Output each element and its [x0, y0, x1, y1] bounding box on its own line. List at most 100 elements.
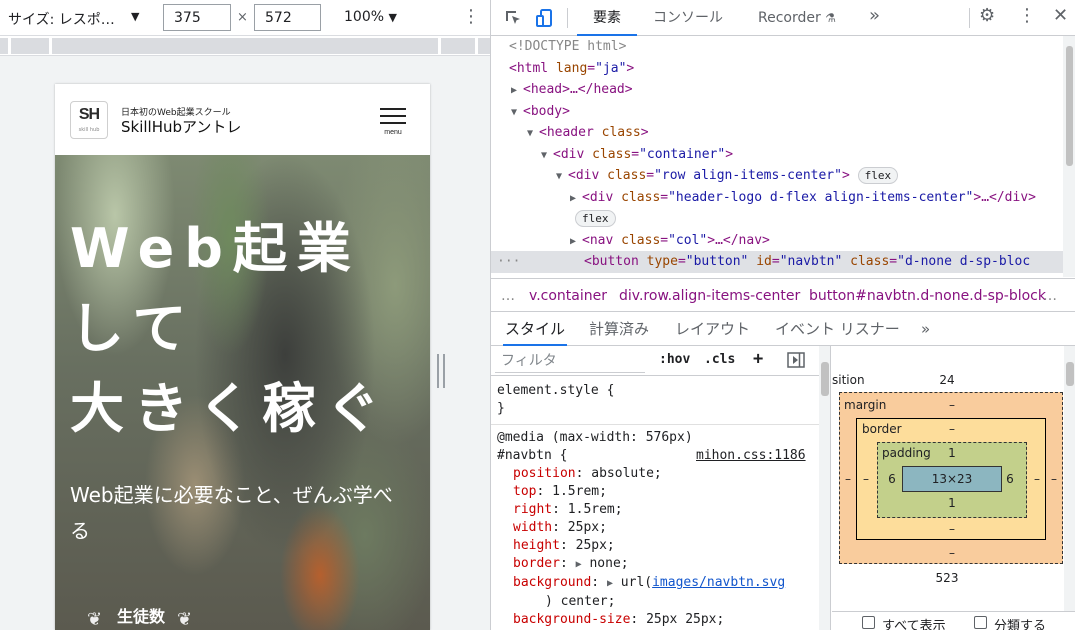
flex-badge[interactable]: flex [857, 167, 899, 184]
scrollbar-thumb[interactable] [1066, 362, 1074, 386]
device-width-input[interactable] [163, 4, 231, 31]
css-declaration[interactable]: right: 1.5rem; [497, 501, 824, 519]
dom-tree-scrollbar[interactable] [1063, 36, 1075, 277]
element-style-rule[interactable]: element.style { } [491, 376, 830, 418]
attr-value: "button" [685, 254, 749, 269]
resize-handle[interactable] [437, 354, 445, 388]
device-size-select[interactable]: サイズ: レスポ… [8, 9, 115, 29]
tab-computed[interactable]: 計算済み [589, 312, 649, 346]
breadcrumb-item[interactable]: v.container [529, 279, 607, 311]
css-declaration[interactable]: border: ▶ none; [497, 555, 824, 574]
site-name[interactable]: SkillHubアントレ [121, 116, 241, 137]
box-content-size[interactable]: 13×23 [902, 466, 1002, 492]
tab-console[interactable]: コンソール [653, 0, 723, 36]
margin-top[interactable]: – [944, 398, 960, 412]
expand-arrow-icon[interactable]: ▶ [511, 80, 523, 102]
tab-recorder[interactable]: Recorder ⚗ [758, 0, 836, 36]
dom-node-selected[interactable]: ··· <button type="button" id="navbtn" cla… [491, 251, 1063, 273]
close-icon[interactable]: ✕ [1053, 5, 1068, 26]
zoom-select[interactable]: 100% ▼ [344, 9, 397, 25]
expand-arrow-icon[interactable]: ▶ [570, 231, 582, 253]
css-declaration[interactable]: height: 25px; [497, 537, 824, 555]
collapse-arrow-icon[interactable]: ▼ [541, 145, 553, 167]
ruler-segment[interactable] [0, 38, 8, 54]
laurel-icon: ❦ [87, 609, 103, 630]
group-checkbox[interactable] [974, 616, 987, 629]
dom-node[interactable]: <!DOCTYPE html> [491, 36, 1063, 58]
dom-node[interactable]: ▼ <body> [491, 101, 1063, 123]
margin-bottom[interactable]: – [944, 546, 960, 560]
media-query-ruler[interactable] [0, 36, 490, 56]
tab-styles[interactable]: スタイル [503, 312, 568, 346]
rule-divider [491, 424, 830, 425]
breadcrumb-item[interactable]: div.row.align-items-center [619, 279, 800, 311]
dom-node[interactable]: ▶ <nav class="col">…</nav> [491, 230, 1063, 252]
margin-left[interactable]: – [842, 472, 854, 486]
ellipsis-icon[interactable]: ··· [497, 251, 584, 273]
ellipsis-icon[interactable]: … [501, 279, 515, 311]
tab-layout[interactable]: レイアウト [675, 312, 750, 346]
scrollbar-thumb[interactable] [1066, 46, 1073, 166]
flex-badge[interactable]: flex [575, 210, 616, 227]
collapse-arrow-icon[interactable]: ▼ [556, 166, 568, 188]
hov-toggle[interactable]: :hov [659, 352, 690, 367]
ruler-segment[interactable] [441, 38, 475, 54]
cls-toggle[interactable]: .cls [704, 352, 735, 367]
css-declaration[interactable]: background: ▶ url(images/navbtn.svg [497, 574, 824, 593]
border-bottom[interactable]: – [944, 522, 960, 536]
source-link[interactable]: mihon.css:1186 [696, 447, 806, 465]
dom-node[interactable]: <html lang="ja"> [491, 58, 1063, 80]
ellipsis-icon[interactable]: … [1043, 279, 1057, 311]
padding-bottom[interactable]: 1 [944, 496, 960, 510]
border-left[interactable]: – [860, 472, 872, 486]
device-height-input[interactable] [254, 4, 321, 31]
inspect-element-icon[interactable] [503, 8, 523, 28]
padding-left[interactable]: 6 [886, 472, 898, 486]
css-declaration[interactable]: background-size: 25px 25px; [497, 611, 824, 629]
padding-top[interactable]: 1 [944, 446, 960, 460]
collapse-arrow-icon[interactable]: ▼ [511, 102, 523, 124]
dom-node[interactable]: ▶ <head>…</head> [491, 79, 1063, 101]
ruler-segment[interactable] [478, 38, 490, 54]
more-options-icon[interactable]: ⋮ [462, 6, 480, 27]
device-toolbar-icon[interactable] [535, 8, 555, 28]
site-logo[interactable]: SH skill hub [70, 101, 108, 139]
dom-node[interactable]: ▼ <div class="container"> [491, 144, 1063, 166]
more-options-icon[interactable]: ⋮ [1018, 5, 1036, 26]
position-top[interactable]: 24 [932, 373, 962, 387]
tab-event-listeners[interactable]: イベント リスナー [775, 312, 900, 346]
box-model-scrollbar[interactable] [1064, 346, 1075, 611]
navbtn-rule[interactable]: @media (max-width: 576px) #navbtn { miho… [491, 429, 830, 629]
ruler-segment[interactable] [52, 38, 438, 54]
ruler-segment[interactable] [11, 38, 49, 54]
toggle-sidebar-icon[interactable] [787, 352, 805, 372]
add-rule-icon[interactable]: + [753, 349, 763, 369]
breadcrumb-item[interactable]: button#navbtn.d-none.d-sp-block [809, 279, 1046, 311]
scrollbar-thumb[interactable] [821, 362, 829, 396]
css-declaration[interactable]: width: 25px; [497, 519, 824, 537]
more-tabs-icon[interactable]: » [869, 5, 880, 26]
styles-scrollbar[interactable] [819, 346, 830, 630]
margin-right[interactable]: – [1048, 472, 1060, 486]
expand-arrow-icon[interactable]: ▶ [570, 188, 582, 210]
css-declaration[interactable]: position: absolute; [497, 465, 824, 483]
border-right[interactable]: – [1031, 472, 1043, 486]
css-declaration[interactable]: top: 1.5rem; [497, 483, 824, 501]
collapse-arrow-icon[interactable]: ▼ [527, 123, 539, 145]
chevron-down-icon[interactable]: ▼ [131, 10, 139, 23]
border-top[interactable]: – [944, 422, 960, 436]
tab-elements[interactable]: 要素 [577, 0, 637, 36]
url-link[interactable]: images/navbtn.svg [652, 575, 785, 590]
dom-node[interactable]: ▼ <div class="row align-items-center"> fl… [491, 165, 1063, 187]
padding-right[interactable]: 6 [1004, 472, 1016, 486]
more-tabs-icon[interactable]: » [921, 312, 930, 346]
expand-arrow-icon[interactable]: ▶ [576, 559, 582, 570]
expand-arrow-icon[interactable]: ▶ [607, 578, 613, 589]
gear-icon[interactable]: ⚙ [979, 5, 995, 26]
show-all-checkbox[interactable] [862, 616, 875, 629]
dom-node[interactable]: ▶ <div class="header-logo d-flex align-it… [491, 187, 1063, 209]
dom-node[interactable]: ▼ <header class> [491, 122, 1063, 144]
styles-filter-input[interactable] [495, 349, 645, 373]
menu-button[interactable]: menu [380, 108, 406, 136]
position-bottom[interactable]: 523 [932, 571, 962, 585]
